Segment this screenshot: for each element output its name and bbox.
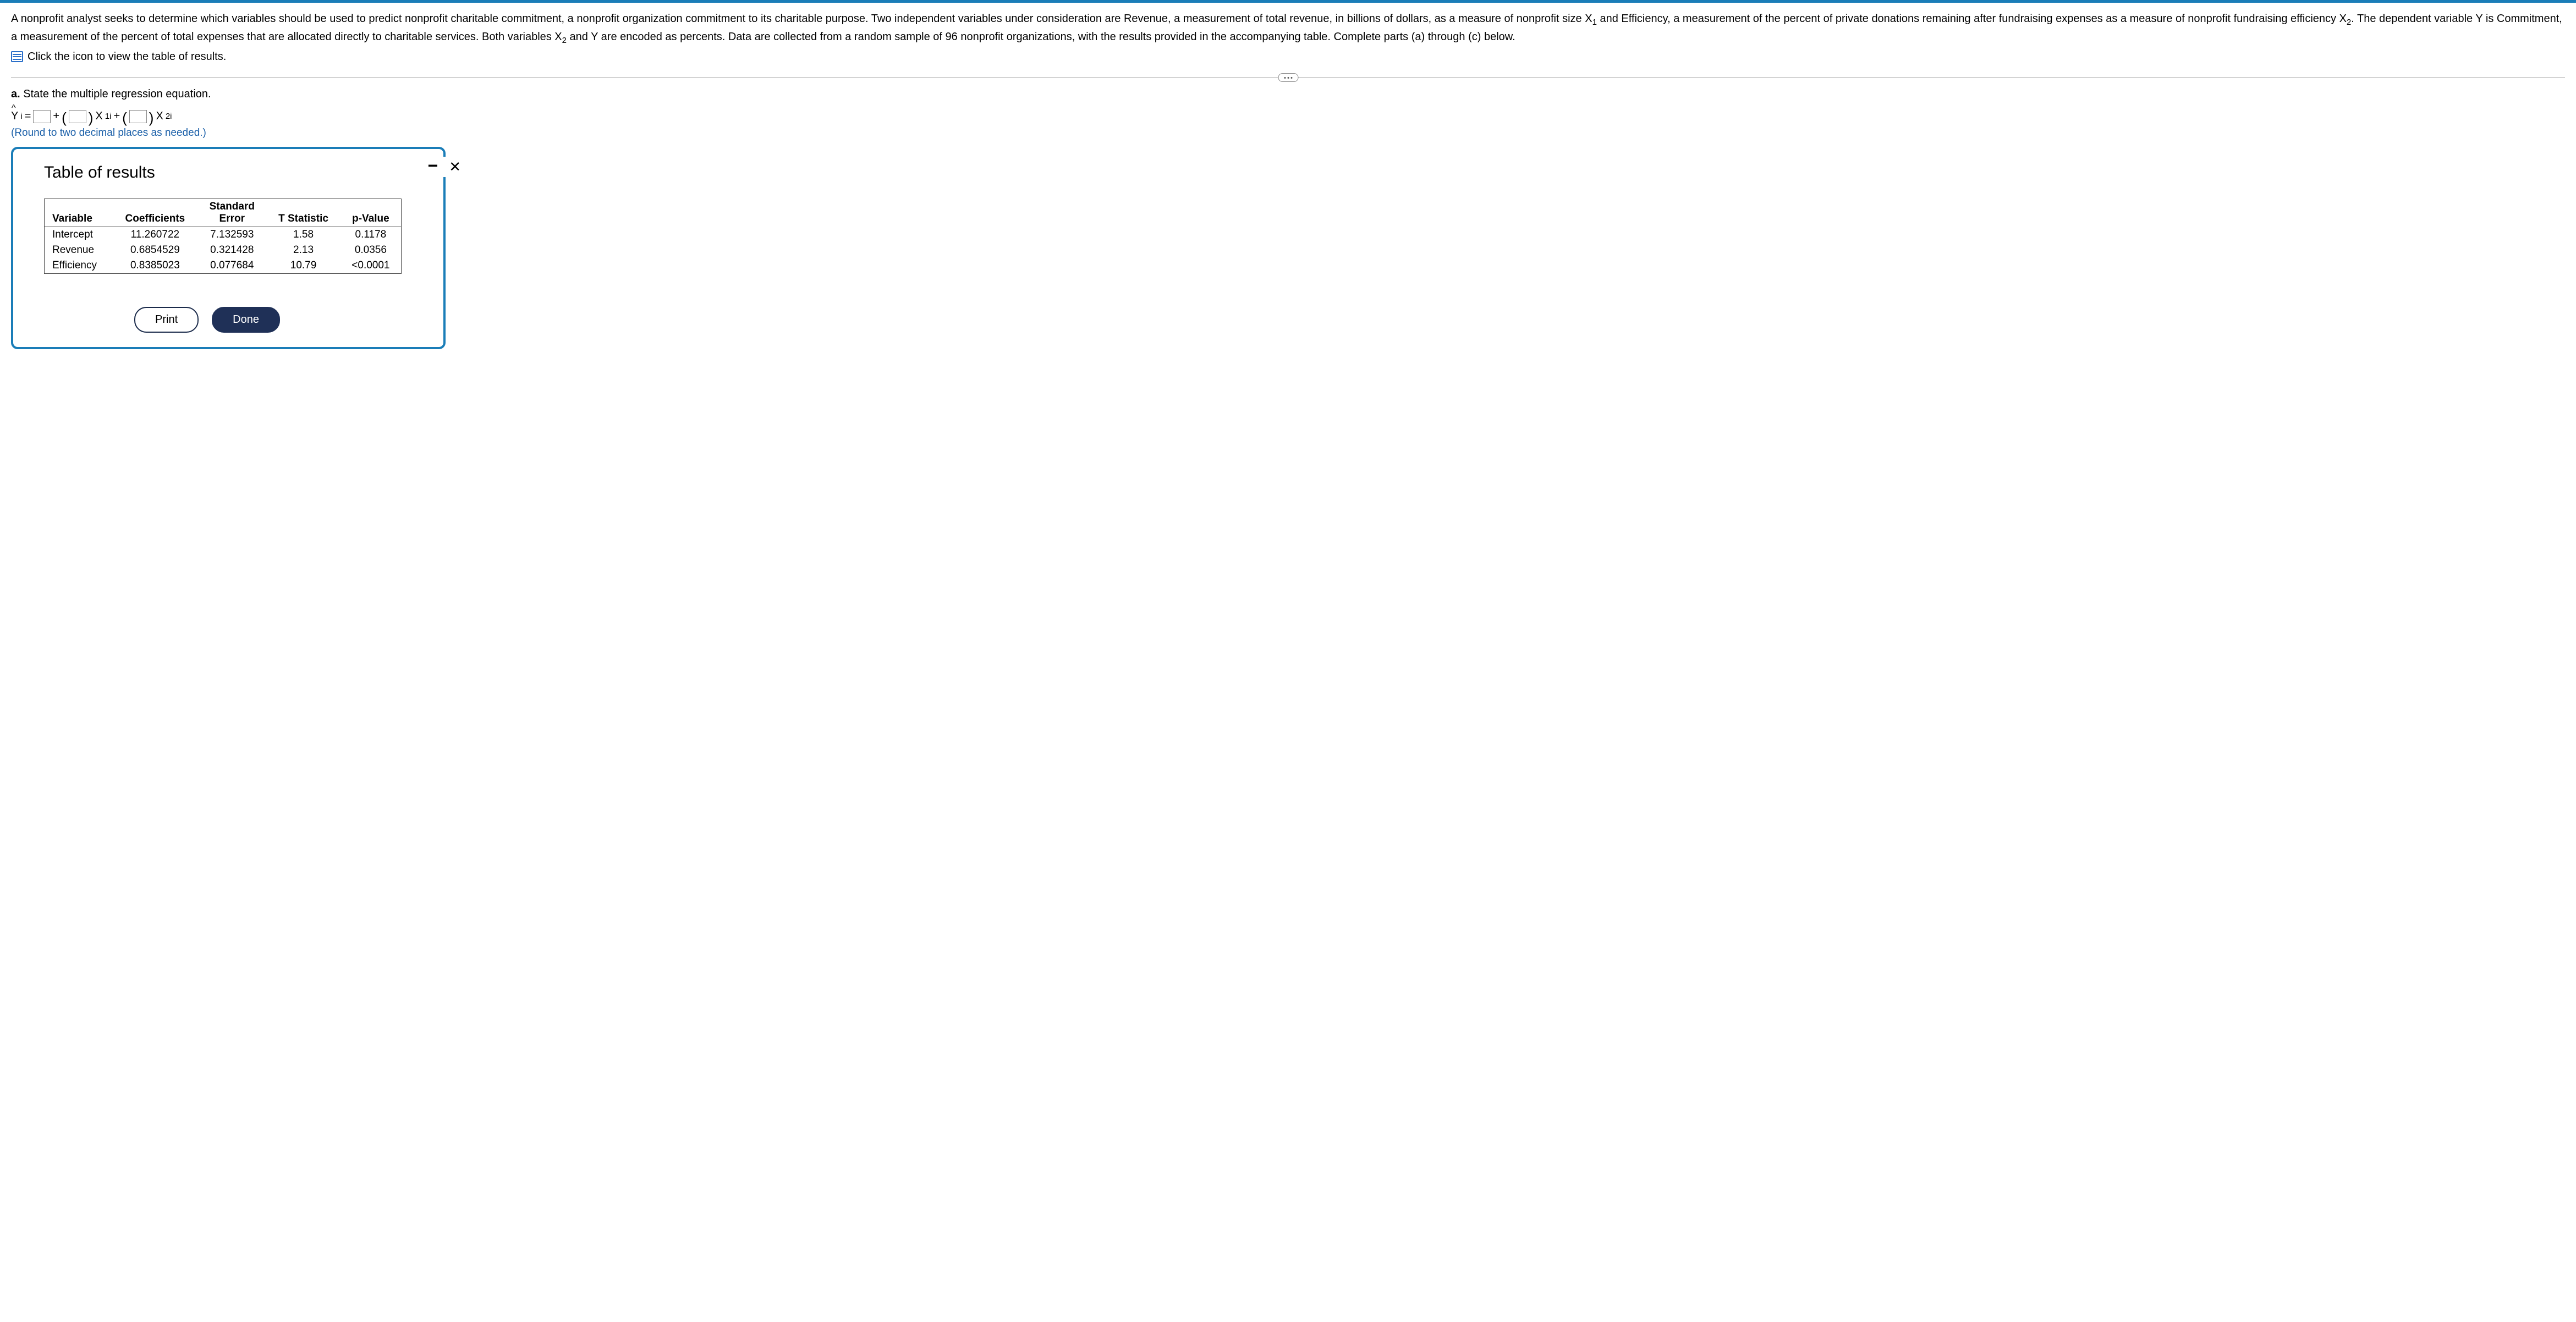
x1-var: X (95, 110, 102, 123)
cell-t: 1.58 (266, 227, 340, 243)
b1-input[interactable] (69, 110, 86, 123)
close-paren-2: ) (149, 111, 154, 125)
part-a-prompt: a. State the multiple regression equatio… (11, 88, 2565, 101)
print-button[interactable]: Print (134, 307, 199, 333)
cell-variable: Revenue (45, 243, 113, 258)
table-header-row: Variable Coefficients Standard Error T S… (45, 199, 402, 227)
problem-text-p1: A nonprofit analyst seeks to determine w… (11, 13, 1592, 25)
x2i-sub: 2i (166, 112, 172, 121)
plus-1: + (53, 110, 59, 123)
results-modal: − ✕ Table of results Variable Coefficien… (11, 147, 446, 349)
x2-subscript-2: 2 (562, 36, 567, 45)
stderr-l1: Standard (210, 201, 255, 212)
cell-coef: 11.260722 (112, 227, 197, 243)
stderr-l2: Error (219, 213, 245, 224)
y-hat: Y (11, 110, 18, 123)
cell-variable: Efficiency (45, 258, 113, 274)
b2-input[interactable] (129, 110, 147, 123)
view-table-label: Click the icon to view the table of resu… (28, 51, 226, 63)
part-a-text: State the multiple regression equation. (20, 88, 211, 100)
cell-coef: 0.8385023 (112, 258, 197, 274)
problem-text-p1b: and Efficiency, a measurement of the per… (1597, 13, 2347, 25)
rounding-hint: (Round to two decimal places as needed.) (11, 127, 2565, 139)
table-row: Revenue 0.6854529 0.321428 2.13 0.0356 (45, 243, 402, 258)
plus-2: + (113, 110, 120, 123)
close-paren-1: ) (89, 111, 94, 125)
x1i-sub: 1i (105, 112, 112, 121)
done-button[interactable]: Done (212, 307, 280, 333)
part-a-label: a. (11, 88, 20, 100)
cell-variable: Intercept (45, 227, 113, 243)
col-variable: Variable (45, 199, 113, 227)
intercept-input[interactable] (33, 110, 51, 123)
view-table-link[interactable]: Click the icon to view the table of resu… (11, 51, 2565, 63)
problem-text-p1d: and Y are encoded as percents. Data are … (567, 31, 1515, 43)
y-sub: i (20, 112, 22, 121)
x1-subscript: 1 (1592, 18, 1597, 27)
x2-subscript: 2 (2347, 18, 2351, 27)
col-pvalue: p-Value (340, 199, 402, 227)
cell-coef: 0.6854529 (112, 243, 197, 258)
cell-p: 0.0356 (340, 243, 402, 258)
equals: = (25, 110, 31, 123)
table-icon (11, 51, 23, 62)
cell-t: 10.79 (266, 258, 340, 274)
main-content: A nonprofit analyst seeks to determine w… (0, 3, 2576, 360)
problem-statement: A nonprofit analyst seeks to determine w… (11, 10, 2565, 47)
table-row: Efficiency 0.8385023 0.077684 10.79 <0.0… (45, 258, 402, 274)
table-row: Intercept 11.260722 7.132593 1.58 0.1178 (45, 227, 402, 243)
cell-se: 7.132593 (197, 227, 266, 243)
results-table: Variable Coefficients Standard Error T S… (44, 199, 402, 274)
x2-var: X (156, 110, 163, 123)
open-paren-2: ( (122, 111, 127, 125)
minimize-icon[interactable]: − (428, 156, 438, 176)
col-tstat: T Statistic (266, 199, 340, 227)
open-paren-1: ( (62, 111, 67, 125)
modal-title: Table of results (13, 159, 443, 199)
col-stderr: Standard Error (197, 199, 266, 227)
cell-se: 0.321428 (197, 243, 266, 258)
close-icon[interactable]: ✕ (449, 158, 461, 175)
regression-equation: Yi = + ( ) X1i + ( ) X2i (11, 109, 2565, 124)
cell-p: <0.0001 (340, 258, 402, 274)
cell-se: 0.077684 (197, 258, 266, 274)
modal-controls: − ✕ (418, 157, 461, 177)
cell-p: 0.1178 (340, 227, 402, 243)
col-coefficients: Coefficients (112, 199, 197, 227)
cell-t: 2.13 (266, 243, 340, 258)
modal-buttons: Print Done (134, 307, 443, 333)
expand-pill[interactable] (1278, 73, 1298, 82)
